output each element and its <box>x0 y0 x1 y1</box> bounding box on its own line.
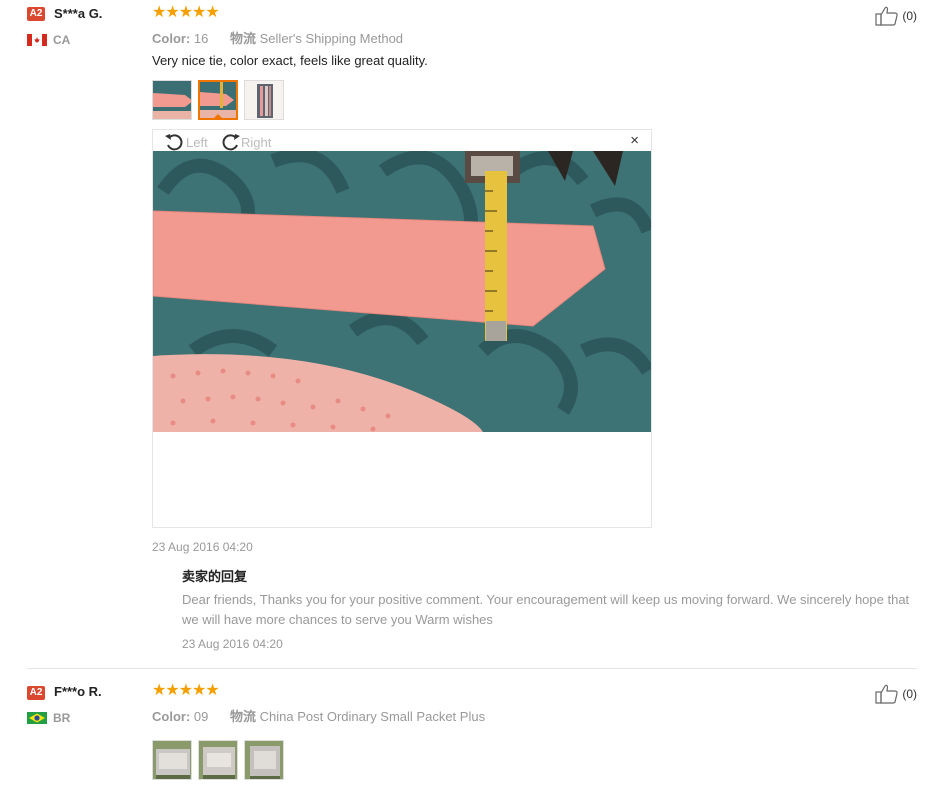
order-info: Color: 09 物流 China Post Ordinary Small P… <box>152 706 485 725</box>
color-value: 16 <box>193 31 209 46</box>
tie-photo-thumbnail-image <box>200 82 236 118</box>
buyer-level-badge: A2 <box>27 686 45 700</box>
helpful-button[interactable]: (0) <box>875 6 917 26</box>
thumbs-up-icon <box>875 6 899 26</box>
review-divider <box>27 668 917 669</box>
review-date: 23 Aug 2016 04:20 <box>152 540 253 554</box>
photo-thumbnail[interactable] <box>152 740 192 780</box>
shipping-label: 物流 <box>230 709 257 724</box>
seller-reply-text: Dear friends, Thanks you for your positi… <box>182 592 910 627</box>
rotate-left-icon <box>165 134 183 151</box>
country-code: CA <box>53 33 71 47</box>
star-rating: ★★★★★ <box>152 4 220 21</box>
color-value: 09 <box>193 709 209 724</box>
tie-photo-thumbnail-image <box>153 81 191 119</box>
helpful-button[interactable]: (0) <box>875 684 917 704</box>
rotate-left-button[interactable]: Left <box>164 132 208 152</box>
shipping-method: China Post Ordinary Small Packet Plus <box>259 709 486 724</box>
package-photo-thumbnail-image <box>245 741 283 779</box>
star-rating: ★★★★★ <box>152 682 220 699</box>
photo-viewer: Left Right × <box>152 129 652 528</box>
review-text: Very nice tie, color exact, feels like g… <box>152 53 428 68</box>
photo-thumbnail[interactable] <box>198 740 238 780</box>
brazil-flag-icon <box>27 712 47 724</box>
reviewer-country: CA <box>27 33 70 47</box>
reviewer-name: S***a G. <box>54 6 103 21</box>
shipping-method: Seller's Shipping Method <box>259 31 404 46</box>
review-photo-thumbnails <box>152 740 284 780</box>
package-photo-thumbnail-image <box>199 741 237 779</box>
photo-thumbnail[interactable] <box>152 80 192 120</box>
reviewer-name: F***o R. <box>54 684 102 699</box>
tie-photo-thumbnail-image <box>245 81 283 119</box>
seller-reply-title: 卖家的回复 <box>182 569 248 584</box>
review-photo-large <box>153 151 651 432</box>
seller-reply-date: 23 Aug 2016 04:20 <box>182 637 283 651</box>
order-info: Color: 16 物流 Seller's Shipping Method <box>152 28 403 47</box>
close-viewer-button[interactable]: × <box>630 133 639 149</box>
buyer-level-badge: A2 <box>27 7 45 21</box>
review-photo-thumbnails <box>152 80 284 120</box>
thumbs-up-icon <box>875 684 899 704</box>
rotate-right-label: Right <box>241 134 272 150</box>
helpful-count: (0) <box>902 687 917 701</box>
package-photo-thumbnail-image <box>153 741 191 779</box>
reviewer-country: BR <box>27 711 70 725</box>
photo-thumbnail[interactable] <box>244 80 284 120</box>
rotate-left-label: Left <box>186 134 208 150</box>
rotate-right-icon <box>222 134 240 151</box>
rotate-right-button[interactable]: Right <box>219 132 271 152</box>
selected-indicator <box>213 114 223 118</box>
canada-flag-icon <box>27 34 47 46</box>
color-label: Color: <box>152 709 191 724</box>
color-label: Color: <box>152 31 191 46</box>
country-code: BR <box>53 711 71 725</box>
photo-thumbnail-selected[interactable] <box>198 80 238 120</box>
helpful-count: (0) <box>902 9 917 23</box>
photo-thumbnail[interactable] <box>244 740 284 780</box>
shipping-label: 物流 <box>230 31 257 46</box>
